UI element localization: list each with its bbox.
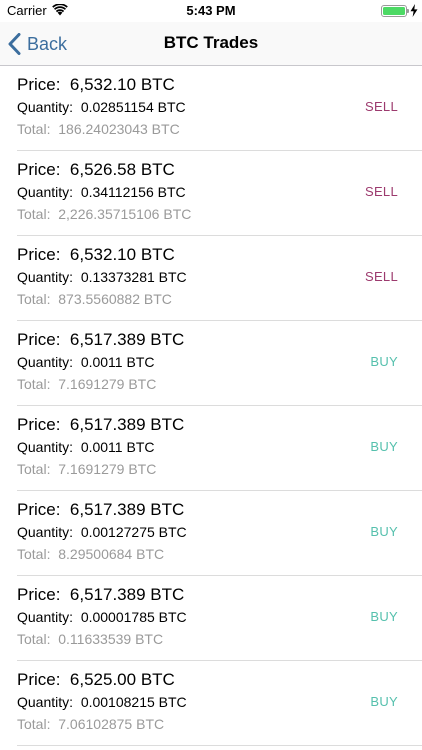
total-value: 7.1691279 BTC	[58, 461, 157, 477]
trade-price: Price: 6,517.389 BTC	[17, 330, 184, 350]
quantity-value: 0.0011 BTC	[80, 354, 155, 370]
price-label: Price:	[17, 160, 61, 179]
total-value: 873.5560882 BTC	[58, 291, 172, 307]
trade-row[interactable]: Price: 6,532.10 BTC Quantity: 0.13373281…	[0, 236, 422, 321]
quantity-label: Quantity:	[17, 524, 74, 540]
price-label: Price:	[17, 330, 61, 349]
trade-price: Price: 6,525.00 BTC	[17, 670, 175, 690]
quantity-value: 0.00108215 BTC	[80, 694, 187, 710]
page-title: BTC Trades	[163, 33, 259, 52]
total-value: 186.24023043 BTC	[58, 121, 180, 137]
quantity-value: 0.34112156 BTC	[80, 184, 186, 200]
quantity-value: 0.02851154 BTC	[80, 99, 186, 115]
trade-price: Price: 6,526.58 BTC	[17, 160, 175, 180]
total-label: Total:	[17, 461, 51, 477]
trade-row[interactable]: Price: 6,526.58 BTC Quantity: 0.34112156…	[0, 151, 422, 236]
price-value: 6,517.389 BTC	[69, 330, 185, 349]
navigation-bar: Back BTC Trades	[0, 22, 422, 66]
price-label: Price:	[17, 75, 61, 94]
trade-row[interactable]: Price: 6,525.00 BTC Quantity: 0.00108215…	[0, 661, 422, 746]
trade-price: Price: 6,517.389 BTC	[17, 415, 184, 435]
price-value: 6,526.58 BTC	[69, 160, 175, 179]
trade-row[interactable]: Price: 6,517.389 BTC Quantity: 0.0011 BT…	[0, 321, 422, 406]
total-label: Total:	[17, 546, 51, 562]
battery-tip	[407, 9, 409, 13]
trade-total: Total: 7.06102875 BTC	[17, 716, 164, 732]
trade-total: Total: 186.24023043 BTC	[17, 121, 180, 137]
trade-total: Total: 873.5560882 BTC	[17, 291, 172, 307]
total-value: 7.1691279 BTC	[58, 376, 157, 392]
trade-quantity: Quantity: 0.00001785 BTC	[17, 609, 187, 625]
trade-side-badge: SELL	[364, 269, 398, 284]
status-time: 5:43 PM	[186, 3, 236, 18]
trade-total: Total: 0.11633539 BTC	[17, 631, 163, 647]
price-value: 6,517.389 BTC	[69, 415, 185, 434]
total-value: 2,226.35715106 BTC	[58, 206, 192, 222]
quantity-label: Quantity:	[17, 439, 74, 455]
price-value: 6,517.389 BTC	[69, 500, 185, 519]
status-bar: Carrier 5:43 PM	[0, 0, 422, 22]
quantity-value: 0.13373281 BTC	[80, 269, 187, 285]
quantity-value: 0.00001785 BTC	[80, 609, 187, 625]
quantity-value: 0.0011 BTC	[80, 439, 155, 455]
quantity-label: Quantity:	[17, 354, 74, 370]
total-label: Total:	[17, 631, 51, 647]
trade-price: Price: 6,532.10 BTC	[17, 75, 175, 95]
total-label: Total:	[17, 716, 51, 732]
trade-quantity: Quantity: 0.00127275 BTC	[17, 524, 187, 540]
trade-quantity: Quantity: 0.00108215 BTC	[17, 694, 187, 710]
trade-row[interactable]: Price: 6,517.389 BTC Quantity: 0.0000178…	[0, 576, 422, 661]
price-label: Price:	[17, 585, 61, 604]
trade-price: Price: 6,532.10 BTC	[17, 245, 175, 265]
total-value: 8.29500684 BTC	[58, 546, 165, 562]
price-label: Price:	[17, 500, 61, 519]
trade-quantity: Quantity: 0.0011 BTC	[17, 439, 154, 455]
trade-total: Total: 8.29500684 BTC	[17, 546, 164, 562]
battery-icon	[381, 5, 407, 17]
trade-list[interactable]: Price: 6,532.10 BTC Quantity: 0.02851154…	[0, 66, 422, 746]
trade-row[interactable]: Price: 6,517.389 BTC Quantity: 0.0011 BT…	[0, 406, 422, 491]
total-label: Total:	[17, 121, 51, 137]
trade-side-badge: SELL	[364, 184, 398, 199]
price-value: 6,532.10 BTC	[69, 245, 175, 264]
total-label: Total:	[17, 376, 51, 392]
price-label: Price:	[17, 245, 61, 264]
total-value: 0.11633539 BTC	[58, 631, 164, 647]
total-label: Total:	[17, 291, 51, 307]
price-value: 6,532.10 BTC	[69, 75, 175, 94]
price-value: 6,517.389 BTC	[69, 585, 185, 604]
quantity-label: Quantity:	[17, 99, 74, 115]
trade-price: Price: 6,517.389 BTC	[17, 585, 184, 605]
battery-fill	[383, 7, 405, 15]
price-value: 6,525.00 BTC	[69, 670, 175, 689]
quantity-label: Quantity:	[17, 269, 74, 285]
trade-row[interactable]: Price: 6,532.10 BTC Quantity: 0.02851154…	[0, 66, 422, 151]
quantity-label: Quantity:	[17, 184, 74, 200]
trade-side-badge: BUY	[370, 694, 398, 709]
trade-quantity: Quantity: 0.02851154 BTC	[17, 99, 186, 115]
quantity-value: 0.00127275 BTC	[80, 524, 187, 540]
trade-side-badge: SELL	[364, 99, 398, 114]
trade-side-badge: BUY	[370, 609, 398, 624]
trade-price: Price: 6,517.389 BTC	[17, 500, 184, 520]
trade-quantity: Quantity: 0.0011 BTC	[17, 354, 154, 370]
trade-total: Total: 2,226.35715106 BTC	[17, 206, 191, 222]
charging-bolt-icon	[410, 4, 418, 17]
trade-side-badge: BUY	[370, 439, 398, 454]
total-value: 7.06102875 BTC	[58, 716, 165, 732]
price-label: Price:	[17, 415, 61, 434]
trade-quantity: Quantity: 0.34112156 BTC	[17, 184, 186, 200]
trade-side-badge: BUY	[370, 524, 398, 539]
trade-row[interactable]: Price: 6,517.389 BTC Quantity: 0.0012727…	[0, 491, 422, 576]
quantity-label: Quantity:	[17, 609, 74, 625]
price-label: Price:	[17, 670, 61, 689]
total-label: Total:	[17, 206, 51, 222]
trade-side-badge: BUY	[370, 354, 398, 369]
trade-total: Total: 7.1691279 BTC	[17, 461, 156, 477]
trade-total: Total: 7.1691279 BTC	[17, 376, 156, 392]
trade-quantity: Quantity: 0.13373281 BTC	[17, 269, 187, 285]
quantity-label: Quantity:	[17, 694, 74, 710]
